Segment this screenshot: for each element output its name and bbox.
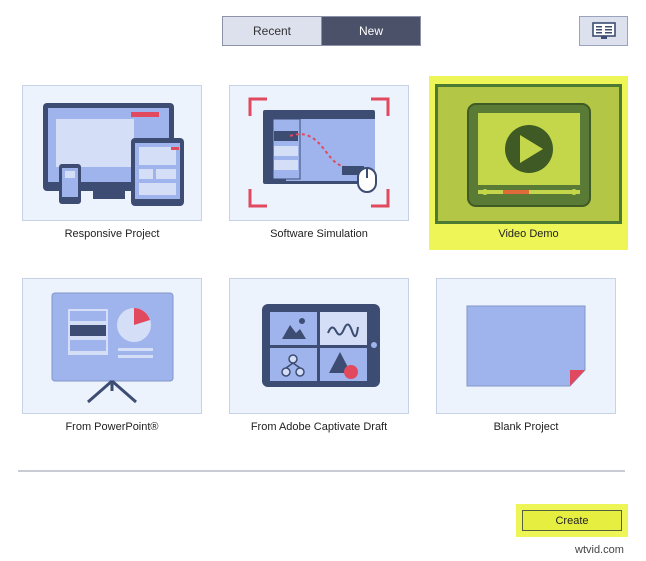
tab-recent[interactable]: Recent bbox=[223, 17, 322, 45]
card-thumbnail bbox=[229, 85, 409, 221]
card-label: From Adobe Captivate Draft bbox=[250, 421, 388, 433]
watermark: wtvid.com bbox=[575, 544, 624, 556]
card-from-powerpoint[interactable]: From PowerPoint® bbox=[22, 278, 202, 438]
tab-new[interactable]: New bbox=[322, 17, 420, 45]
card-label: Blank Project bbox=[493, 421, 559, 433]
card-label: Responsive Project bbox=[64, 228, 160, 240]
card-thumbnail bbox=[22, 278, 202, 414]
card-responsive-project[interactable]: Responsive Project bbox=[22, 85, 202, 245]
presentation-view-icon bbox=[591, 22, 616, 39]
card-thumbnail bbox=[436, 278, 616, 414]
card-thumbnail bbox=[22, 85, 202, 221]
card-video-demo[interactable]: Video Demo bbox=[429, 76, 628, 250]
card-thumbnail bbox=[435, 84, 622, 224]
powerpoint-presentation-icon bbox=[51, 292, 174, 404]
project-type-tabs: Recent New bbox=[222, 16, 421, 46]
video-play-icon bbox=[467, 103, 591, 207]
card-label: Video Demo bbox=[498, 228, 559, 240]
card-blank-project[interactable]: Blank Project bbox=[436, 278, 616, 438]
card-thumbnail bbox=[229, 278, 409, 414]
card-label: From PowerPoint® bbox=[65, 421, 159, 433]
captivate-draft-tablet-icon bbox=[262, 304, 380, 387]
responsive-devices-icon bbox=[43, 103, 184, 206]
card-label: Software Simulation bbox=[270, 228, 368, 240]
create-button[interactable]: Create bbox=[522, 510, 622, 531]
software-simulation-icon bbox=[248, 97, 390, 208]
divider bbox=[18, 470, 625, 472]
blank-page-icon bbox=[466, 305, 586, 387]
view-toggle-button[interactable] bbox=[579, 16, 628, 46]
card-from-captivate-draft[interactable]: From Adobe Captivate Draft bbox=[229, 278, 409, 438]
card-software-simulation[interactable]: Software Simulation bbox=[229, 85, 409, 245]
